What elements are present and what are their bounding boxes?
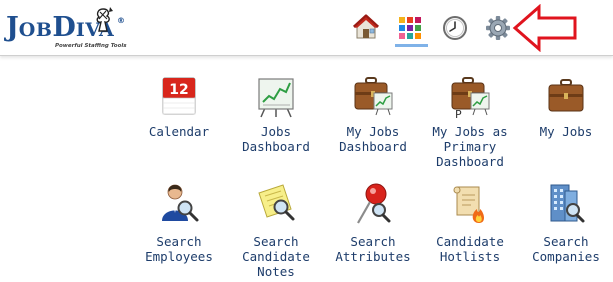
clock-icon[interactable] bbox=[440, 12, 470, 42]
logo-diva-figure-icon bbox=[96, 7, 113, 32]
home-icon[interactable] bbox=[351, 12, 381, 42]
tile-label: Jobs Dashboard bbox=[242, 124, 310, 154]
my-jobs-icon bbox=[548, 79, 584, 112]
tile-my-jobs-dashboard[interactable]: My Jobs Dashboard bbox=[325, 74, 421, 160]
svg-text:12: 12 bbox=[169, 82, 188, 98]
tile-label: My Jobs Dashboard bbox=[339, 124, 407, 154]
tile-label: Calendar bbox=[148, 124, 210, 139]
tile-search-companies[interactable]: Search Companies bbox=[518, 181, 613, 267]
tile-search-candidate-notes[interactable]: Search Candidate Notes bbox=[228, 181, 324, 281]
selected-tab-indicator bbox=[395, 44, 428, 47]
search-attributes-icon bbox=[357, 183, 391, 224]
tile-jobs-dashboard[interactable]: Jobs Dashboard bbox=[228, 74, 324, 160]
tile-my-jobs-primary-dashboard[interactable]: P My Jobs as Primary Dashboard bbox=[422, 74, 518, 174]
tile-candidate-hotlists[interactable]: Candidate Hotlists bbox=[422, 181, 518, 267]
top-header: JOBDIVA ® Powerful Staffing Tools bbox=[0, 0, 613, 56]
logo-tagline: Powerful Staffing Tools bbox=[55, 43, 127, 49]
tile-label: My Jobs as Primary Dashboard bbox=[432, 124, 508, 169]
tile-search-attributes[interactable]: Search Attributes bbox=[325, 181, 421, 267]
gear-icon[interactable] bbox=[483, 12, 513, 42]
my-jobs-dashboard-icon bbox=[354, 77, 393, 116]
search-candidate-notes-icon bbox=[258, 184, 295, 221]
tile-label: My Jobs bbox=[539, 124, 593, 139]
tile-label: Search Candidate Notes bbox=[242, 234, 310, 279]
tile-label: Search Attributes bbox=[335, 234, 411, 264]
jobs-dashboard-icon bbox=[258, 78, 294, 118]
search-employees-icon bbox=[162, 184, 199, 222]
tile-my-jobs[interactable]: My Jobs bbox=[518, 74, 613, 144]
registered-mark: ® bbox=[117, 16, 125, 25]
tile-calendar[interactable]: 12 Calendar bbox=[131, 74, 227, 144]
search-companies-icon bbox=[550, 184, 585, 223]
tile-search-employees[interactable]: Search Employees bbox=[131, 181, 227, 267]
tile-label: Search Companies bbox=[532, 234, 600, 264]
jobdiva-logo[interactable]: JOBDIVA ® Powerful Staffing Tools bbox=[6, 6, 127, 52]
svg-text:P: P bbox=[455, 108, 462, 118]
annotation-arrow-icon bbox=[512, 4, 577, 52]
my-jobs-primary-dashboard-icon: P bbox=[451, 77, 490, 118]
tile-label: Candidate Hotlists bbox=[436, 234, 504, 264]
calendar-icon: 12 bbox=[162, 77, 196, 115]
tile-label: Search Employees bbox=[145, 234, 213, 264]
candidate-hotlists-icon bbox=[453, 186, 485, 223]
dashboard-icon[interactable] bbox=[395, 12, 425, 42]
